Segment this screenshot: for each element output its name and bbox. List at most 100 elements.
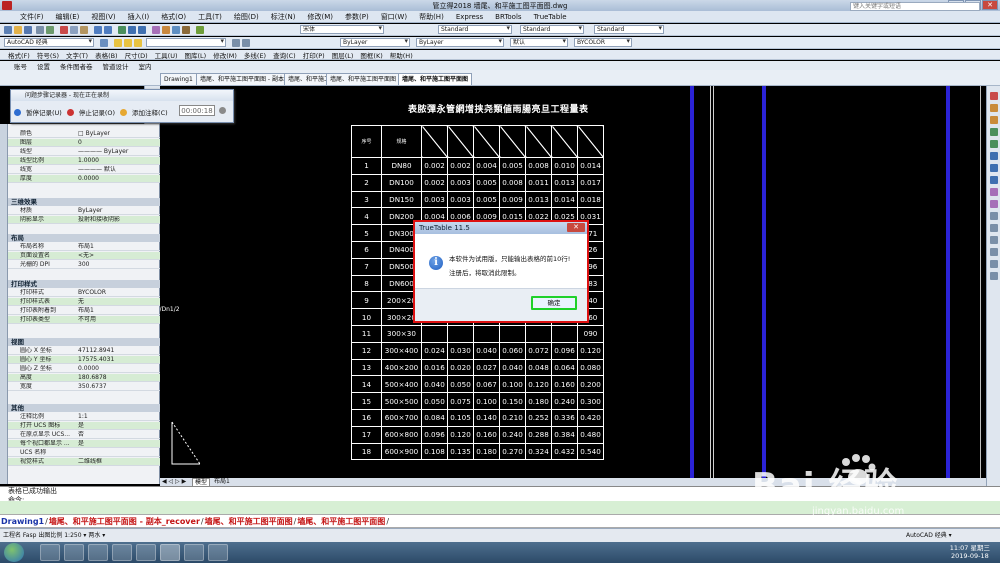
table-cell[interactable]: 0.300 xyxy=(577,392,604,410)
property-row[interactable]: 材质 ByLayer xyxy=(8,207,160,215)
table-cell[interactable]: 0.040 xyxy=(499,358,526,377)
table-cell[interactable]: 0.002 xyxy=(421,173,448,192)
menu-window[interactable]: 窗口(W) xyxy=(381,12,407,22)
table-cell[interactable]: 600×800 xyxy=(381,425,422,444)
property-section-plot[interactable]: 打印样式 xyxy=(8,280,160,288)
zoom-icon[interactable] xyxy=(128,26,136,34)
table-cell[interactable]: DN80 xyxy=(381,157,422,175)
plotstyle-combo[interactable]: BYCOLOR xyxy=(574,38,632,47)
taskbar-browser-icon[interactable] xyxy=(64,544,84,561)
snap-apparent-icon[interactable] xyxy=(990,140,998,148)
bottom-tab-plan-1[interactable]: 墙尾、和平施工图平面图 xyxy=(204,517,294,526)
property-value[interactable]: 180.6878 xyxy=(78,374,158,382)
table-cell[interactable]: 0.084 xyxy=(421,408,448,427)
property-value[interactable]: ———— 默认 xyxy=(78,166,158,174)
menu-brtools[interactable]: BRTools xyxy=(495,13,521,21)
table-cell[interactable]: 17 xyxy=(351,425,382,444)
table-cell[interactable]: 4 xyxy=(351,207,382,226)
property-row[interactable]: 厚度 0.0000 xyxy=(8,175,160,183)
table-cell[interactable]: 11 xyxy=(351,324,382,343)
table-cell[interactable]: 0.016 xyxy=(421,358,448,377)
menu-draw[interactable]: 绘图(D) xyxy=(234,12,259,22)
table-cell[interactable]: 0.013 xyxy=(525,190,552,209)
table-cell[interactable] xyxy=(499,324,526,343)
status-project-info[interactable]: 工程名 Fasp 出图比例 1:250 ▾ 两水 ▾ xyxy=(3,532,105,539)
property-value[interactable]: 布局1 xyxy=(78,243,158,251)
table-cell[interactable]: 0.336 xyxy=(551,408,578,427)
taskbar-clock[interactable]: 11:07 星期三 2019-09-18 xyxy=(950,544,990,560)
property-row[interactable]: 打印样式 BYCOLOR xyxy=(8,289,160,297)
text-style-combo[interactable]: 宋体 xyxy=(300,25,384,34)
property-row[interactable]: 打开 UCS 图标 是 xyxy=(8,422,160,430)
property-row[interactable]: 在原点显示 UCS... 否 xyxy=(8,431,160,439)
table-cell[interactable]: 0.120 xyxy=(525,375,552,394)
property-row[interactable]: 线型 ———— ByLayer xyxy=(8,148,160,156)
plugin-menu-layer[interactable]: 图层(L) xyxy=(332,50,354,60)
table-row[interactable]: 12 300×400 0.024 0.030 0.040 0.060 0.072 0.096 0… xyxy=(351,341,604,360)
snap-perpendicular-icon[interactable] xyxy=(990,200,998,208)
undo-icon[interactable] xyxy=(94,26,102,34)
plugin-menu-modify[interactable]: 修改(M) xyxy=(213,50,237,60)
bottom-tab-plan-2[interactable]: 墙尾、和平施工图平面图 xyxy=(296,517,386,526)
lineweight-combo[interactable]: 默认 xyxy=(510,38,568,47)
design-center-icon[interactable] xyxy=(162,26,170,34)
property-row[interactable]: 圆心 Y 坐标 17575.4031 xyxy=(8,356,160,364)
layer-manager-icon[interactable] xyxy=(232,39,240,47)
table-cell[interactable]: 15 xyxy=(351,392,382,410)
property-value[interactable]: 1:1 xyxy=(78,413,158,421)
property-section-layout[interactable]: 布局 xyxy=(8,234,160,242)
table-cell[interactable] xyxy=(421,324,448,343)
property-row[interactable]: 布局名称 布局1 xyxy=(8,243,160,251)
pause-recording-button[interactable]: 暂停记录(U) xyxy=(26,107,62,117)
plugin-menu-library[interactable]: 图库(L) xyxy=(185,50,207,60)
table-cell[interactable]: 0.014 xyxy=(577,157,604,175)
table-cell[interactable]: 600×700 xyxy=(381,408,422,427)
property-value[interactable]: 300 xyxy=(78,261,158,269)
property-row[interactable]: 注释比例 1:1 xyxy=(8,413,160,421)
table-cell[interactable]: 0.020 xyxy=(447,358,474,377)
layout1-tab[interactable]: 布局1 xyxy=(212,478,232,486)
layer-freeze-icon[interactable] xyxy=(124,39,132,47)
taskbar-excel-icon[interactable] xyxy=(184,544,204,561)
stop-recording-button[interactable]: 停止记录(O) xyxy=(79,107,115,117)
table-row[interactable]: 16 600×700 0.084 0.105 0.140 0.210 0.252 0.336 0… xyxy=(351,408,604,427)
property-value[interactable]: BYCOLOR xyxy=(78,289,158,297)
property-section-3d[interactable]: 三维效果 xyxy=(8,198,160,206)
table-cell[interactable]: 8 xyxy=(351,274,382,293)
property-section-misc[interactable]: 其他 xyxy=(8,404,160,412)
table-cell[interactable]: 0.048 xyxy=(525,358,552,377)
plugin-menu-format[interactable]: 格式(F) xyxy=(8,50,30,60)
snap-endpoint-icon[interactable] xyxy=(990,104,998,112)
table-cell[interactable]: 0.050 xyxy=(421,392,448,410)
table-cell[interactable]: 9 xyxy=(351,291,382,310)
help-icon[interactable] xyxy=(219,107,226,114)
plugin-menu-print[interactable]: 打印(P) xyxy=(303,50,325,60)
table-cell[interactable]: 0.096 xyxy=(551,341,578,360)
property-row[interactable]: UCS 名称 xyxy=(8,449,160,457)
property-value[interactable]: 二维线框 xyxy=(78,458,158,466)
table-cell[interactable]: 7 xyxy=(351,257,382,276)
table-cell[interactable]: 400×200 xyxy=(381,358,422,377)
table-cell[interactable]: 3 xyxy=(351,190,382,209)
table-cell[interactable]: 0.180 xyxy=(525,392,552,410)
dim-style-combo[interactable]: Standard xyxy=(438,25,512,34)
properties-palette-titlebar[interactable] xyxy=(0,124,8,484)
table-cell[interactable]: 0.480 xyxy=(577,425,604,444)
menu-insert[interactable]: 插入(I) xyxy=(128,12,150,22)
menu-help[interactable]: 帮助(H) xyxy=(419,12,444,22)
property-row[interactable]: 阴影显示 投射和接收阴影 xyxy=(8,216,160,224)
redo-icon[interactable] xyxy=(104,26,112,34)
property-value[interactable]: 布局1 xyxy=(78,307,158,315)
layer-lock-icon[interactable] xyxy=(134,39,142,47)
cut-icon[interactable] xyxy=(60,26,68,34)
plugin-menu-multiline[interactable]: 多线(E) xyxy=(244,50,266,60)
table-cell[interactable]: 0.160 xyxy=(473,425,500,444)
table-cell[interactable]: 0.072 xyxy=(525,341,552,360)
table-cell[interactable]: 0.384 xyxy=(551,425,578,444)
tool-palette-icon[interactable] xyxy=(172,26,180,34)
taskbar-player-icon[interactable] xyxy=(136,544,156,561)
property-value[interactable]: 投射和接收阴影 xyxy=(78,216,158,224)
table-cell[interactable]: 0.432 xyxy=(551,442,578,461)
property-row[interactable]: 颜色 □ ByLayer xyxy=(8,130,160,138)
table-cell[interactable]: 500×400 xyxy=(381,375,422,394)
